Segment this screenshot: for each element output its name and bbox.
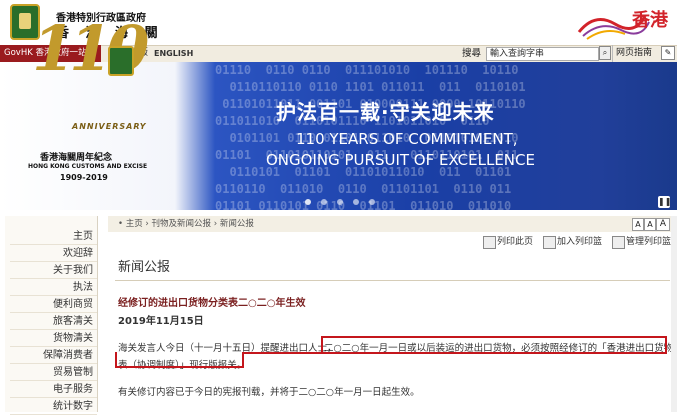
highlight-box-joint bbox=[244, 352, 667, 354]
sidebar-item-home[interactable]: 主页 bbox=[10, 228, 97, 245]
manage-print-basket-link[interactable]: 管理列印篮 bbox=[626, 236, 671, 248]
search-label: 搜尋 bbox=[462, 48, 482, 59]
sidebar: 主页 欢迎辞 关于我们 执法 便利商贸 旅客清关 货物清关 保障消费者 贸易管制… bbox=[5, 216, 98, 415]
paragraph-2: 有关修订内容已于今日的宪报刊载，并将于二○二○年一月一日起生效。 bbox=[118, 387, 420, 398]
banner-slogan-en-line2: ONGOING PURSUIT OF EXCELLENCE bbox=[266, 151, 535, 169]
sidebar-item-cargo-clearance[interactable]: 货物清关 bbox=[10, 330, 97, 347]
carousel-dot-5[interactable] bbox=[369, 199, 375, 205]
article-title: 经修订的进出口货物分类表二○二○年生效 bbox=[118, 298, 306, 309]
site-guide-link[interactable]: 网页指南 bbox=[612, 45, 652, 62]
article-date: 2019年11月15日 bbox=[118, 316, 204, 327]
carousel-dot-1[interactable] bbox=[305, 199, 311, 205]
tool-icon[interactable]: ✎ bbox=[661, 46, 675, 60]
font-size-small-button[interactable]: A bbox=[632, 218, 644, 231]
breadcrumb[interactable]: • 主页 › 刊物及新闻公报 › 新闻公报 bbox=[118, 216, 254, 232]
add-to-print-basket-link[interactable]: 加入列印篮 bbox=[557, 236, 602, 248]
carousel-dot-4[interactable] bbox=[353, 199, 359, 205]
print-icon[interactable] bbox=[483, 236, 496, 249]
sidebar-item-consumer-protection[interactable]: 保障消费者 bbox=[10, 347, 97, 364]
carousel-dot-2[interactable] bbox=[321, 199, 327, 205]
anniversary-en: HONG KONG CUSTOMS AND EXCISE bbox=[28, 163, 148, 170]
sidebar-item-passenger-clearance[interactable]: 旅客清关 bbox=[10, 313, 97, 330]
pause-icon[interactable]: ❚❚ bbox=[658, 196, 671, 208]
brand-text: 香港 bbox=[632, 10, 668, 31]
anniversary-zh: 香港海關周年紀念 bbox=[40, 153, 113, 163]
anniversary-emblem-icon bbox=[108, 46, 134, 76]
sidebar-item-e-services[interactable]: 电子服务 bbox=[10, 381, 97, 398]
page-title: 新闻公报 bbox=[118, 260, 171, 275]
print-page-link[interactable]: 列印此页 bbox=[497, 236, 533, 248]
banner-slogan-en-line1: 110 YEARS OF COMMITMENT, bbox=[296, 130, 518, 148]
search-input[interactable]: 輸入查詢字串 bbox=[486, 47, 599, 61]
sidebar-item-welcome[interactable]: 欢迎辞 bbox=[10, 245, 97, 262]
banner-slogan-zh: 护法百一载·守关迎未来 bbox=[276, 100, 495, 124]
highlight-box-top bbox=[321, 336, 667, 352]
sidebar-item-trade-controls[interactable]: 贸易管制 bbox=[10, 364, 97, 381]
carousel-dot-3[interactable] bbox=[337, 199, 343, 205]
font-size-large-button[interactable]: A bbox=[656, 218, 670, 231]
sidebar-item-trade-facilitation[interactable]: 便利商贸 bbox=[10, 296, 97, 313]
highlight-box-bottom bbox=[115, 352, 244, 368]
manage-basket-icon[interactable] bbox=[612, 236, 625, 249]
title-divider bbox=[115, 280, 670, 281]
sidebar-item-statistics[interactable]: 统计数字 bbox=[10, 398, 97, 415]
anniversary-word: ANNIVERSARY bbox=[72, 122, 147, 131]
sidebar-item-enforcement[interactable]: 执法 bbox=[10, 279, 97, 296]
font-size-medium-button[interactable]: A bbox=[644, 218, 656, 231]
english-link[interactable]: ENGLISH bbox=[154, 45, 193, 62]
page-scrollbar[interactable] bbox=[671, 216, 677, 412]
search-icon[interactable]: ⌕ bbox=[599, 46, 611, 60]
sidebar-item-about[interactable]: 关于我们 bbox=[10, 262, 97, 279]
anniversary-years: 1909-2019 bbox=[60, 173, 108, 182]
add-basket-icon[interactable] bbox=[543, 236, 556, 249]
